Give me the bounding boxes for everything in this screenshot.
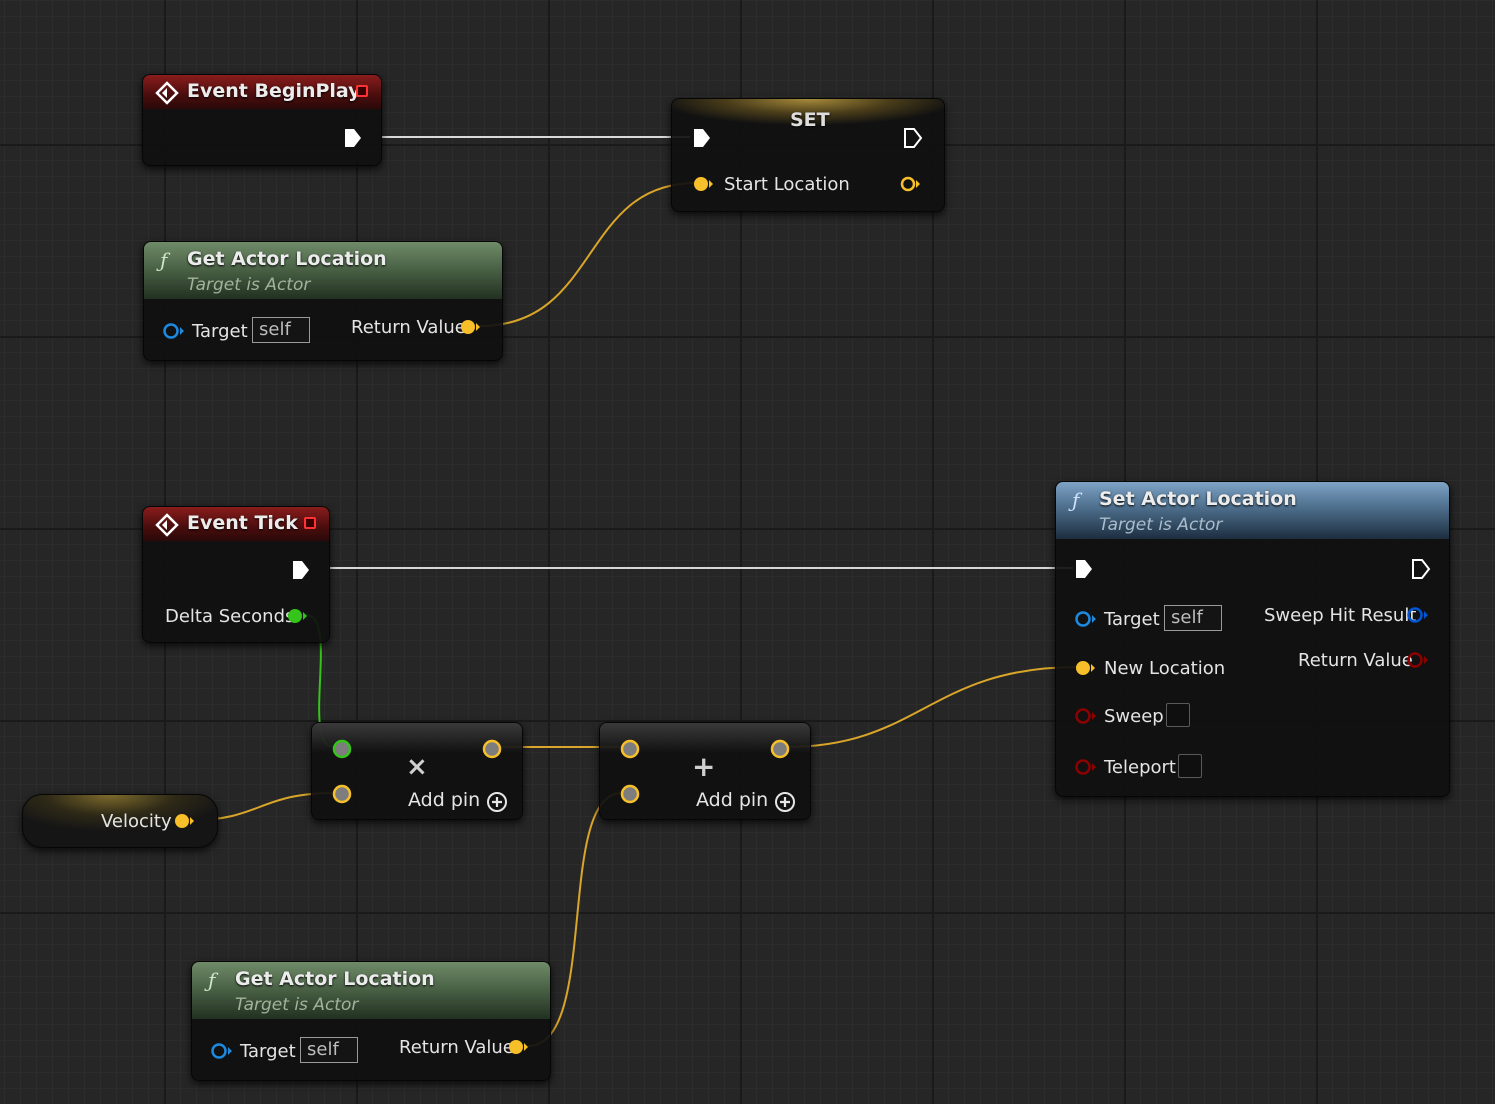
exec-out-pin[interactable] (903, 127, 923, 149)
node-title: Get Actor Location (187, 248, 387, 270)
delegate-pin-icon[interactable] (304, 517, 316, 529)
event-icon (155, 513, 179, 537)
bool-in-pin[interactable] (1074, 758, 1098, 776)
exec-out-pin[interactable] (291, 559, 311, 581)
target-label: Target (240, 1041, 296, 1062)
return-value-label: Return Value (351, 317, 466, 338)
delegate-pin-icon[interactable] (356, 85, 368, 97)
new-location-label: New Location (1104, 658, 1226, 679)
get-actor-location-node-2[interactable]: ƒ Get Actor Location Target is Actor Tar… (191, 961, 551, 1081)
wire-add-newlocation (785, 666, 1079, 748)
add-pin-label[interactable]: Add pin (696, 790, 768, 810)
multiply-node[interactable]: × Add pin (311, 722, 523, 820)
return-value-label: Return Value (1298, 650, 1413, 671)
get-actor-location-node-1[interactable]: ƒ Get Actor Location Target is Actor Tar… (143, 241, 503, 361)
multiply-operator-icon: × (406, 752, 428, 782)
target-self-field[interactable]: self (1164, 605, 1222, 631)
node-title: Event Tick (187, 512, 298, 534)
vector-out-pin[interactable] (899, 175, 921, 193)
exec-out-pin[interactable] (343, 127, 363, 149)
exec-in-pin[interactable] (692, 127, 712, 149)
delta-seconds-label: Delta Seconds (165, 606, 295, 627)
add-pin-icon[interactable] (773, 790, 797, 814)
velocity-variable-node[interactable]: Velocity (22, 794, 218, 848)
exec-out-pin[interactable] (1411, 558, 1431, 580)
node-title: Get Actor Location (235, 968, 435, 990)
vector-out-pin[interactable] (173, 812, 195, 830)
exec-in-pin[interactable] (1074, 558, 1094, 580)
add-node[interactable]: + Add pin (599, 722, 811, 820)
function-icon: ƒ (208, 968, 216, 992)
vector-in-pin[interactable] (331, 783, 353, 805)
teleport-checkbox[interactable] (1178, 754, 1202, 778)
velocity-label: Velocity (101, 811, 172, 832)
sweep-hit-result-label: Sweep Hit Result (1264, 605, 1417, 626)
target-self-field[interactable]: self (300, 1037, 358, 1063)
wire-getloc-startlocation (479, 182, 697, 327)
node-title: Event BeginPlay (187, 80, 361, 102)
event-beginplay-node[interactable]: Event BeginPlay (142, 74, 382, 166)
add-pin-icon[interactable] (485, 790, 509, 814)
add-pin-label[interactable]: Add pin (408, 790, 480, 810)
wildcard-out-pin[interactable] (481, 738, 503, 760)
teleport-label: Teleport (1104, 757, 1176, 778)
struct-out-pin[interactable] (1406, 606, 1430, 624)
set-start-location-node[interactable]: SET Start Location (671, 98, 945, 212)
target-label: Target (192, 321, 248, 342)
node-title: Set Actor Location (1099, 488, 1297, 510)
object-in-pin[interactable] (162, 322, 186, 340)
float-in-pin[interactable] (331, 738, 353, 760)
node-subtitle: Target is Actor (187, 275, 311, 295)
vector-in-pin[interactable] (1074, 659, 1096, 677)
sweep-checkbox[interactable] (1166, 703, 1190, 727)
vector-out-pin[interactable] (507, 1038, 529, 1056)
bool-in-pin[interactable] (1074, 707, 1098, 725)
event-icon (155, 81, 179, 105)
target-label: Target (1104, 609, 1160, 630)
start-location-label: Start Location (724, 174, 850, 195)
event-tick-node[interactable]: Event Tick Delta Seconds (142, 506, 330, 643)
object-in-pin[interactable] (1074, 610, 1098, 628)
float-out-pin[interactable] (286, 607, 308, 625)
add-operator-icon: + (692, 750, 716, 783)
function-icon: ƒ (1072, 488, 1080, 512)
vector-in-pin-2[interactable] (619, 783, 641, 805)
vector-out-pin[interactable] (769, 738, 791, 760)
vector-in-pin[interactable] (692, 175, 714, 193)
return-value-label: Return Value (399, 1037, 514, 1058)
vector-out-pin[interactable] (459, 318, 481, 336)
set-actor-location-node[interactable]: ƒ Set Actor Location Target is Actor Tar… (1055, 481, 1450, 797)
node-subtitle: Target is Actor (235, 995, 359, 1015)
bool-out-pin[interactable] (1406, 651, 1430, 669)
function-icon: ƒ (160, 248, 168, 272)
object-in-pin[interactable] (210, 1042, 234, 1060)
node-subtitle: Target is Actor (1099, 515, 1223, 535)
vector-in-pin[interactable] (619, 738, 641, 760)
target-self-field[interactable]: self (252, 317, 310, 343)
sweep-label: Sweep (1104, 706, 1164, 727)
node-title: SET (790, 109, 830, 131)
